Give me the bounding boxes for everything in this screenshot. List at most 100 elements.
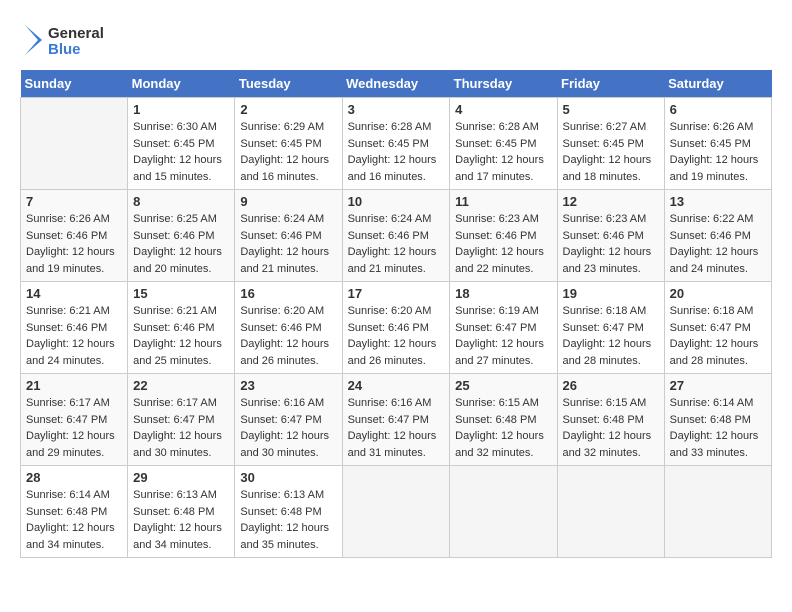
calendar-cell: 6 Sunrise: 6:26 AM Sunset: 6:45 PM Daylig… [664,98,771,190]
header-tuesday: Tuesday [235,70,342,98]
calendar-cell: 28 Sunrise: 6:14 AM Sunset: 6:48 PM Dayli… [21,466,128,558]
day-number: 18 [455,286,551,301]
header-friday: Friday [557,70,664,98]
svg-text:General: General [48,25,104,42]
day-number: 27 [670,378,766,393]
calendar-cell: 5 Sunrise: 6:27 AM Sunset: 6:45 PM Daylig… [557,98,664,190]
calendar-cell: 29 Sunrise: 6:13 AM Sunset: 6:48 PM Dayli… [128,466,235,558]
day-info: Sunrise: 6:28 AM Sunset: 6:45 PM Dayligh… [348,121,437,183]
day-info: Sunrise: 6:26 AM Sunset: 6:45 PM Dayligh… [670,121,759,183]
calendar-cell: 24 Sunrise: 6:16 AM Sunset: 6:47 PM Dayli… [342,374,450,466]
day-info: Sunrise: 6:13 AM Sunset: 6:48 PM Dayligh… [240,489,329,551]
day-info: Sunrise: 6:16 AM Sunset: 6:47 PM Dayligh… [348,397,437,459]
day-number: 28 [26,470,122,485]
header-monday: Monday [128,70,235,98]
day-number: 2 [240,102,336,117]
calendar-cell [557,466,664,558]
day-info: Sunrise: 6:29 AM Sunset: 6:45 PM Dayligh… [240,121,329,183]
day-number: 16 [240,286,336,301]
day-info: Sunrise: 6:17 AM Sunset: 6:47 PM Dayligh… [133,397,222,459]
day-info: Sunrise: 6:13 AM Sunset: 6:48 PM Dayligh… [133,489,222,551]
day-number: 4 [455,102,551,117]
calendar-cell: 17Sunrise: 6:20 AM Sunset: 6:46 PM Dayli… [342,282,450,374]
calendar-cell: 10 Sunrise: 6:24 AM Sunset: 6:46 PM Dayli… [342,190,450,282]
calendar-cell: 8 Sunrise: 6:25 AM Sunset: 6:46 PM Daylig… [128,190,235,282]
calendar-cell: 23 Sunrise: 6:16 AM Sunset: 6:47 PM Dayli… [235,374,342,466]
day-info: Sunrise: 6:26 AM Sunset: 6:46 PM Dayligh… [26,213,115,275]
calendar-cell [450,466,557,558]
day-info: Sunrise: 6:20 AM Sunset: 6:46 PM Dayligh… [240,305,329,367]
calendar-cell [664,466,771,558]
calendar-cell: 11Sunrise: 6:23 AM Sunset: 6:46 PM Dayli… [450,190,557,282]
calendar-cell: 3 Sunrise: 6:28 AM Sunset: 6:45 PM Daylig… [342,98,450,190]
day-number: 5 [563,102,659,117]
calendar-cell: 14Sunrise: 6:21 AM Sunset: 6:46 PM Dayli… [21,282,128,374]
calendar-cell: 13Sunrise: 6:22 AM Sunset: 6:46 PM Dayli… [664,190,771,282]
day-info: Sunrise: 6:24 AM Sunset: 6:46 PM Dayligh… [348,213,437,275]
day-number: 7 [26,194,122,209]
calendar-cell: 4 Sunrise: 6:28 AM Sunset: 6:45 PM Daylig… [450,98,557,190]
day-number: 11 [455,194,551,209]
calendar-cell: 27 Sunrise: 6:14 AM Sunset: 6:48 PM Dayli… [664,374,771,466]
day-number: 13 [670,194,766,209]
day-info: Sunrise: 6:18 AM Sunset: 6:47 PM Dayligh… [670,305,759,367]
calendar-cell: 22 Sunrise: 6:17 AM Sunset: 6:47 PM Dayli… [128,374,235,466]
header-sunday: Sunday [21,70,128,98]
day-number: 20 [670,286,766,301]
calendar-cell: 7 Sunrise: 6:26 AM Sunset: 6:46 PM Daylig… [21,190,128,282]
day-info: Sunrise: 6:15 AM Sunset: 6:48 PM Dayligh… [455,397,544,459]
week-row-4: 21 Sunrise: 6:17 AM Sunset: 6:47 PM Dayli… [21,374,772,466]
calendar-cell: 20 Sunrise: 6:18 AM Sunset: 6:47 PM Dayli… [664,282,771,374]
day-info: Sunrise: 6:23 AM Sunset: 6:46 PM Dayligh… [563,213,652,275]
header-wednesday: Wednesday [342,70,450,98]
svg-text:Blue: Blue [48,41,81,58]
day-info: Sunrise: 6:16 AM Sunset: 6:47 PM Dayligh… [240,397,329,459]
day-number: 23 [240,378,336,393]
day-number: 10 [348,194,445,209]
header-thursday: Thursday [450,70,557,98]
day-number: 8 [133,194,229,209]
day-info: Sunrise: 6:18 AM Sunset: 6:47 PM Dayligh… [563,305,652,367]
day-info: Sunrise: 6:28 AM Sunset: 6:45 PM Dayligh… [455,121,544,183]
day-number: 9 [240,194,336,209]
day-number: 29 [133,470,229,485]
calendar-cell: 26Sunrise: 6:15 AM Sunset: 6:48 PM Dayli… [557,374,664,466]
calendar-cell: 18 Sunrise: 6:19 AM Sunset: 6:47 PM Dayli… [450,282,557,374]
calendar-cell: 12 Sunrise: 6:23 AM Sunset: 6:46 PM Dayli… [557,190,664,282]
day-number: 30 [240,470,336,485]
logo: GeneralBlue [20,20,110,60]
day-info: Sunrise: 6:19 AM Sunset: 6:47 PM Dayligh… [455,305,544,367]
day-number: 24 [348,378,445,393]
day-number: 21 [26,378,122,393]
day-number: 3 [348,102,445,117]
logo-svg: GeneralBlue [20,20,110,60]
day-info: Sunrise: 6:14 AM Sunset: 6:48 PM Dayligh… [26,489,115,551]
week-row-3: 14 Sunrise: 6:21 AM Sunset: 6:46 PM Dayli… [21,282,772,374]
day-number: 19 [563,286,659,301]
calendar-cell: 19 Sunrise: 6:18 AM Sunset: 6:47 PM Dayli… [557,282,664,374]
day-number: 25 [455,378,551,393]
day-info: Sunrise: 6:17 AM Sunset: 6:47 PM Dayligh… [26,397,115,459]
calendar-cell: 2 Sunrise: 6:29 AM Sunset: 6:45 PM Daylig… [235,98,342,190]
calendar-table: SundayMondayTuesdayWednesdayThursdayFrid… [20,70,772,558]
day-info: Sunrise: 6:25 AM Sunset: 6:46 PM Dayligh… [133,213,222,275]
day-number: 15 [133,286,229,301]
day-number: 22 [133,378,229,393]
day-number: 14 [26,286,122,301]
day-number: 6 [670,102,766,117]
page-header: GeneralBlue [20,20,772,60]
header-saturday: Saturday [664,70,771,98]
day-number: 17 [348,286,445,301]
day-number: 12 [563,194,659,209]
day-number: 26 [563,378,659,393]
calendar-cell: 9 Sunrise: 6:24 AM Sunset: 6:46 PM Daylig… [235,190,342,282]
week-row-5: 28 Sunrise: 6:14 AM Sunset: 6:48 PM Dayli… [21,466,772,558]
day-info: Sunrise: 6:14 AM Sunset: 6:48 PM Dayligh… [670,397,759,459]
day-info: Sunrise: 6:27 AM Sunset: 6:45 PM Dayligh… [563,121,652,183]
calendar-cell: 16 Sunrise: 6:20 AM Sunset: 6:46 PM Dayli… [235,282,342,374]
day-info: Sunrise: 6:24 AM Sunset: 6:46 PM Dayligh… [240,213,329,275]
calendar-cell [342,466,450,558]
day-info: Sunrise: 6:21 AM Sunset: 6:46 PM Dayligh… [133,305,222,367]
calendar-cell: 30 Sunrise: 6:13 AM Sunset: 6:48 PM Dayli… [235,466,342,558]
calendar-header-row: SundayMondayTuesdayWednesdayThursdayFrid… [21,70,772,98]
